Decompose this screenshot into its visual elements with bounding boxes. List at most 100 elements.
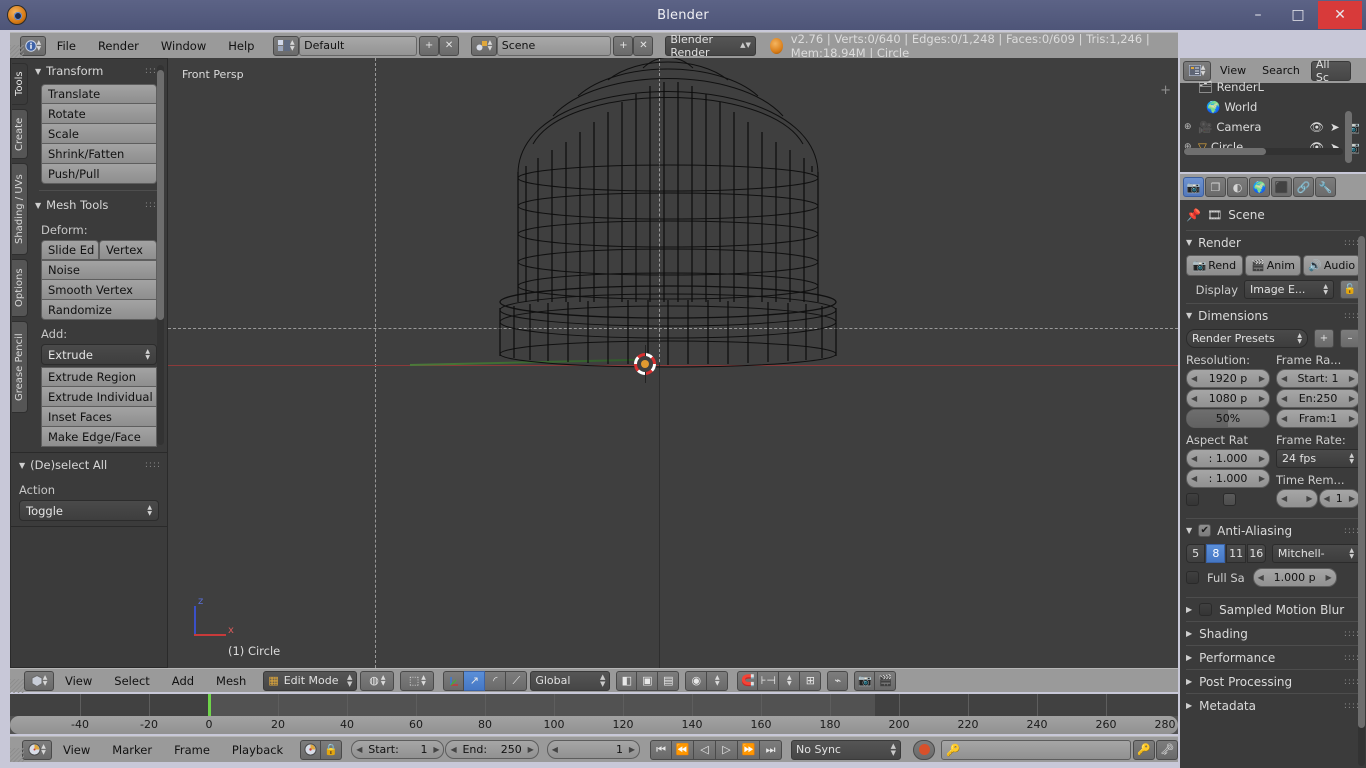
frame-start-timeline-field[interactable]: ◀ Start: 1 ▶ <box>351 740 445 759</box>
keying-set-field[interactable]: 🔑 <box>941 739 1132 760</box>
remove-keyframe-icon[interactable]: 🗝 <box>1156 739 1179 760</box>
mesh-tools-panel-header[interactable]: ▼ Mesh Tools :::: <box>31 193 167 216</box>
pivot-center-icon[interactable]: ⌁ <box>827 670 849 691</box>
timeline-header-grip[interactable] <box>10 748 24 762</box>
extrude-region-button[interactable]: Extrude Region <box>41 367 157 387</box>
menu-file[interactable]: File <box>46 34 87 58</box>
eye-icon[interactable]: 👁 <box>1309 120 1324 134</box>
aspect-y-dec-icon[interactable]: ◀ <box>1191 474 1197 483</box>
screen-layout-select[interactable]: Default <box>299 35 418 56</box>
operator-panel-header[interactable]: ▼ (De)select All :::: <box>11 453 167 476</box>
viewport-editor-icon[interactable]: ▲ ▼ <box>24 670 54 691</box>
hidden-wire-icon[interactable]: ▤ <box>658 670 680 691</box>
slide-vertex-button[interactable]: Vertex <box>99 240 157 260</box>
proportional-edit-icon[interactable]: ◉ <box>685 670 708 691</box>
tool-shelf-scrollbar[interactable] <box>157 65 164 445</box>
sampled-motion-blur-checkbox[interactable] <box>1199 603 1213 616</box>
render-section-header[interactable]: ▼ Render :::: <box>1186 230 1360 252</box>
viewport-expand-icon[interactable]: + <box>1160 83 1171 98</box>
camera-expand-icon[interactable]: ⊕ <box>1184 122 1194 132</box>
viewport-menu-view[interactable]: View <box>54 669 103 693</box>
timeline-editor[interactable]: -40 -20 0 20 40 60 80 100 120 140 160 18… <box>10 694 1178 734</box>
resolution-y-inc-icon[interactable]: ▶ <box>1259 394 1265 403</box>
display-mode-select[interactable]: Image E... ▲ ▼ <box>1244 280 1334 299</box>
sync-mode-select[interactable]: No Sync ▲ ▼ <box>791 739 902 760</box>
properties-scroll-thumb[interactable] <box>1358 236 1365 728</box>
jump-end-icon[interactable]: ⏭ <box>760 739 783 760</box>
resolution-y-field[interactable]: ◀ 1080 p ▶ <box>1186 389 1270 408</box>
pivot-point-dropdown[interactable]: ⬚ ▲ ▼ <box>400 670 435 691</box>
display-lock-icon[interactable]: 🔓 <box>1340 280 1360 299</box>
extrude-individual-button[interactable]: Extrude Individual <box>41 387 157 407</box>
interaction-mode-select[interactable]: ▦ Edit Mode ▲ ▼ <box>263 670 358 691</box>
render-image-icon[interactable]: 📷 <box>854 670 876 691</box>
timeline-ruler[interactable]: -40 -20 0 20 40 60 80 100 120 140 160 18… <box>10 716 1178 734</box>
remove-render-preset-button[interactable]: – <box>1340 329 1360 348</box>
extrude-dropdown[interactable]: Extrude ▲ ▼ <box>41 344 157 365</box>
crop-checkbox[interactable] <box>1223 493 1236 506</box>
occlude-geometry-icon[interactable]: ▣ <box>637 670 659 691</box>
render-presets-select[interactable]: Render Presets ▲ ▼ <box>1186 329 1308 348</box>
limit-to-visible-icon[interactable]: ◧ <box>616 670 638 691</box>
inset-faces-button[interactable]: Inset Faces <box>41 407 157 427</box>
timeline-menu-marker[interactable]: Marker <box>101 738 163 762</box>
dimensions-section-header[interactable]: ▼ Dimensions :::: <box>1186 303 1360 325</box>
render-animation-button[interactable]: 🎬 Anim <box>1244 255 1302 276</box>
viewport-menu-mesh[interactable]: Mesh <box>205 669 257 693</box>
snap-element-icon[interactable]: ⊦⊣ <box>758 670 780 691</box>
timeline-menu-frame[interactable]: Frame <box>163 738 221 762</box>
properties-scrollbar[interactable] <box>1358 236 1365 766</box>
performance-section[interactable]: ▶ Performance :::: <box>1186 645 1360 669</box>
snap-target-icon[interactable]: ⊞ <box>800 670 822 691</box>
resolution-x-inc-icon[interactable]: ▶ <box>1259 374 1265 383</box>
frame-end-inc-icon[interactable]: ▶ <box>1349 394 1355 403</box>
timeline-menu-view[interactable]: View <box>52 738 101 762</box>
end-dec-icon[interactable]: ◀ <box>450 745 456 754</box>
properties-tab-render[interactable]: 📷 <box>1183 177 1204 197</box>
jump-start-icon[interactable]: ⏮ <box>650 739 673 760</box>
tool-shelf-scroll-thumb[interactable] <box>157 70 164 320</box>
tab-shading-uvs[interactable]: Shading / UVs <box>12 163 28 255</box>
timeline-editor-icon[interactable]: ▲ ▼ <box>22 739 52 760</box>
render-image-button[interactable]: 📷 Rend <box>1186 255 1243 276</box>
properties-tab-constraints[interactable]: 🔗 <box>1293 177 1314 197</box>
magnet-icon[interactable]: 🧲 <box>737 670 759 691</box>
aa-filter-size-field[interactable]: ◀ 1.000 p ▶ <box>1252 568 1337 587</box>
metadata-section[interactable]: ▶ Metadata :::: <box>1186 693 1360 717</box>
render-engine-select[interactable]: Blender Render ▲▼ <box>665 33 756 59</box>
time-remap-new-inc-icon[interactable]: ▶ <box>1349 494 1355 503</box>
time-remap-old-inc-icon[interactable]: ▶ <box>1306 494 1312 503</box>
anti-aliasing-checkbox[interactable]: ✔ <box>1198 524 1212 537</box>
viewport-menu-select[interactable]: Select <box>103 669 160 693</box>
properties-tab-object[interactable]: ⬛ <box>1271 177 1292 197</box>
add-keyframe-icon[interactable]: 🔑 <box>1133 739 1156 760</box>
properties-tab-render-layers[interactable]: ❐ <box>1205 177 1226 197</box>
lock-icon[interactable]: 🔒 <box>321 739 343 760</box>
scale-manipulator-icon[interactable]: ⟋ <box>506 670 528 691</box>
outliner-vertical-scrollbar[interactable] <box>1345 111 1352 163</box>
current-frame-dec-icon[interactable]: ◀ <box>552 745 558 754</box>
frame-end-field[interactable]: ◀ En:250 ▶ <box>1276 389 1360 408</box>
frame-start-field[interactable]: ◀ Start: 1 ▶ <box>1276 369 1360 388</box>
play-reverse-icon[interactable]: ◁ <box>694 739 717 760</box>
border-checkbox[interactable] <box>1186 493 1199 506</box>
frame-step-dec-icon[interactable]: ◀ <box>1281 414 1287 423</box>
aspect-x-dec-icon[interactable]: ◀ <box>1191 454 1197 463</box>
next-keyframe-icon[interactable]: ⏩ <box>738 739 761 760</box>
frame-start-dec-icon[interactable]: ◀ <box>1281 374 1287 383</box>
aa-samples-16[interactable]: 16 <box>1246 544 1266 563</box>
menu-render[interactable]: Render <box>87 34 150 58</box>
timeline-playhead[interactable] <box>208 694 211 716</box>
aspect-x-inc-icon[interactable]: ▶ <box>1259 454 1265 463</box>
screen-layout-icon[interactable]: ▲ ▼ <box>273 35 300 56</box>
play-icon[interactable]: ▷ <box>716 739 739 760</box>
add-screen-layout-button[interactable]: + <box>419 35 440 56</box>
outliner-row-renderlayers[interactable]: 🗂 RenderL <box>1184 77 1366 97</box>
minimize-button[interactable]: – <box>1238 1 1278 29</box>
operator-action-dropdown[interactable]: Toggle ▲ ▼ <box>19 500 159 521</box>
3d-viewport[interactable]: Front Persp + z x (1) Circle <box>168 58 1178 668</box>
frame-step-field[interactable]: ◀ Fram:1 ▶ <box>1276 409 1360 428</box>
record-keying-icon[interactable] <box>300 739 322 760</box>
aa-filter-size-dec-icon[interactable]: ◀ <box>1258 573 1264 582</box>
tab-options[interactable]: Options <box>12 259 28 317</box>
